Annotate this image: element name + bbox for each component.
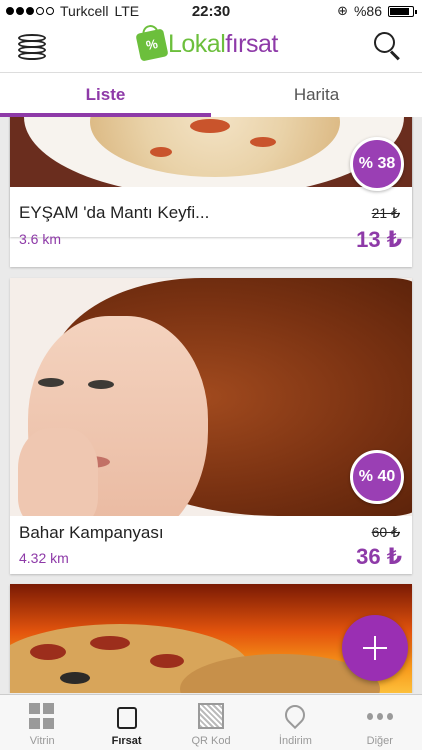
- tab-harita[interactable]: Harita: [211, 73, 422, 117]
- grid-icon: [29, 703, 55, 729]
- deal-title: EYŞAM 'da Mantı Keyfi...: [19, 203, 210, 222]
- nav-label: Diğer: [366, 735, 393, 747]
- add-button[interactable]: [342, 615, 408, 681]
- logo-bag-icon: [135, 27, 169, 62]
- nav-firsat[interactable]: Fırsat: [84, 695, 168, 750]
- deal-price: 36 ₺: [356, 544, 402, 569]
- bottom-navigation: Vitrin Fırsat QR Kod İndirim Diğer: [0, 694, 422, 750]
- nav-label: QR Kod: [191, 735, 231, 747]
- nav-indirim[interactable]: İndirim: [253, 695, 337, 750]
- search-icon[interactable]: [374, 32, 402, 60]
- qr-code-icon: [198, 703, 225, 729]
- battery-icon: [388, 5, 417, 17]
- deal-distance: 3.6 km: [19, 231, 62, 247]
- nav-qr-kod[interactable]: QR Kod: [169, 695, 253, 750]
- nav-vitrin[interactable]: Vitrin: [0, 695, 84, 750]
- app-header: Lokalfırsat: [0, 22, 422, 72]
- app-logo: Lokalfırsat: [135, 27, 278, 62]
- nav-label: İndirim: [278, 735, 312, 747]
- coins-icon[interactable]: [18, 32, 48, 62]
- status-bar: Turkcell LTE 22:30 ⊕ %86: [0, 0, 422, 22]
- logo-text-lokal: Lokal: [168, 30, 226, 58]
- deal-old-price: 21 ₺: [371, 205, 400, 221]
- logo-text-firsat: fırsat: [225, 30, 278, 58]
- deal-distance: 4.32 km: [19, 550, 69, 566]
- deal-price: 13 ₺: [356, 227, 402, 252]
- more-dots-icon: [366, 703, 393, 729]
- tab-liste[interactable]: Liste: [0, 73, 211, 117]
- battery-percent: %86: [353, 3, 382, 19]
- nav-diger[interactable]: Diğer: [338, 695, 422, 750]
- status-right: ⊕ %86: [337, 3, 417, 19]
- shopping-bag-icon: [116, 707, 137, 729]
- discount-badge: % 40: [350, 450, 404, 504]
- location-pin-icon: [281, 700, 310, 730]
- deal-card[interactable]: % 38 EYŞAM 'da Mantı Keyfi... 21 ₺ 3.6 k…: [10, 117, 412, 252]
- view-tabs: Liste Harita: [0, 72, 422, 117]
- logo-text: Lokalfırsat: [168, 30, 278, 59]
- nav-label: Fırsat: [111, 735, 142, 747]
- deal-old-price: 60 ₺: [371, 524, 400, 540]
- deal-card[interactable]: % 40 Bahar Kampanyası 60 ₺ 4.32 km 36 ₺: [10, 278, 412, 574]
- orientation-lock-icon: ⊕: [337, 3, 348, 18]
- deal-list[interactable]: % 38 EYŞAM 'da Mantı Keyfi... 21 ₺ 3.6 k…: [0, 117, 422, 693]
- discount-badge: % 38: [350, 137, 404, 191]
- deal-title: Bahar Kampanyası: [19, 523, 164, 542]
- nav-label: Vitrin: [29, 735, 55, 747]
